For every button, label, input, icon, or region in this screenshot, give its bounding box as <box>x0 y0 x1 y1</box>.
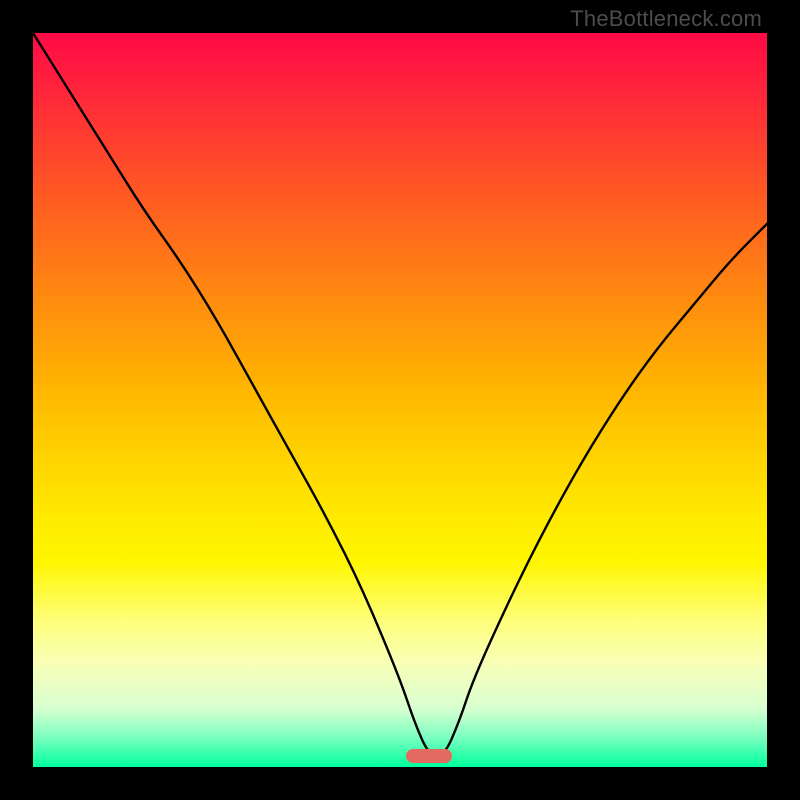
watermark-text: TheBottleneck.com <box>570 6 762 32</box>
optimal-marker <box>406 749 452 763</box>
bottleneck-curve <box>33 33 767 767</box>
plot-area <box>33 33 767 767</box>
curve-path <box>33 33 767 756</box>
